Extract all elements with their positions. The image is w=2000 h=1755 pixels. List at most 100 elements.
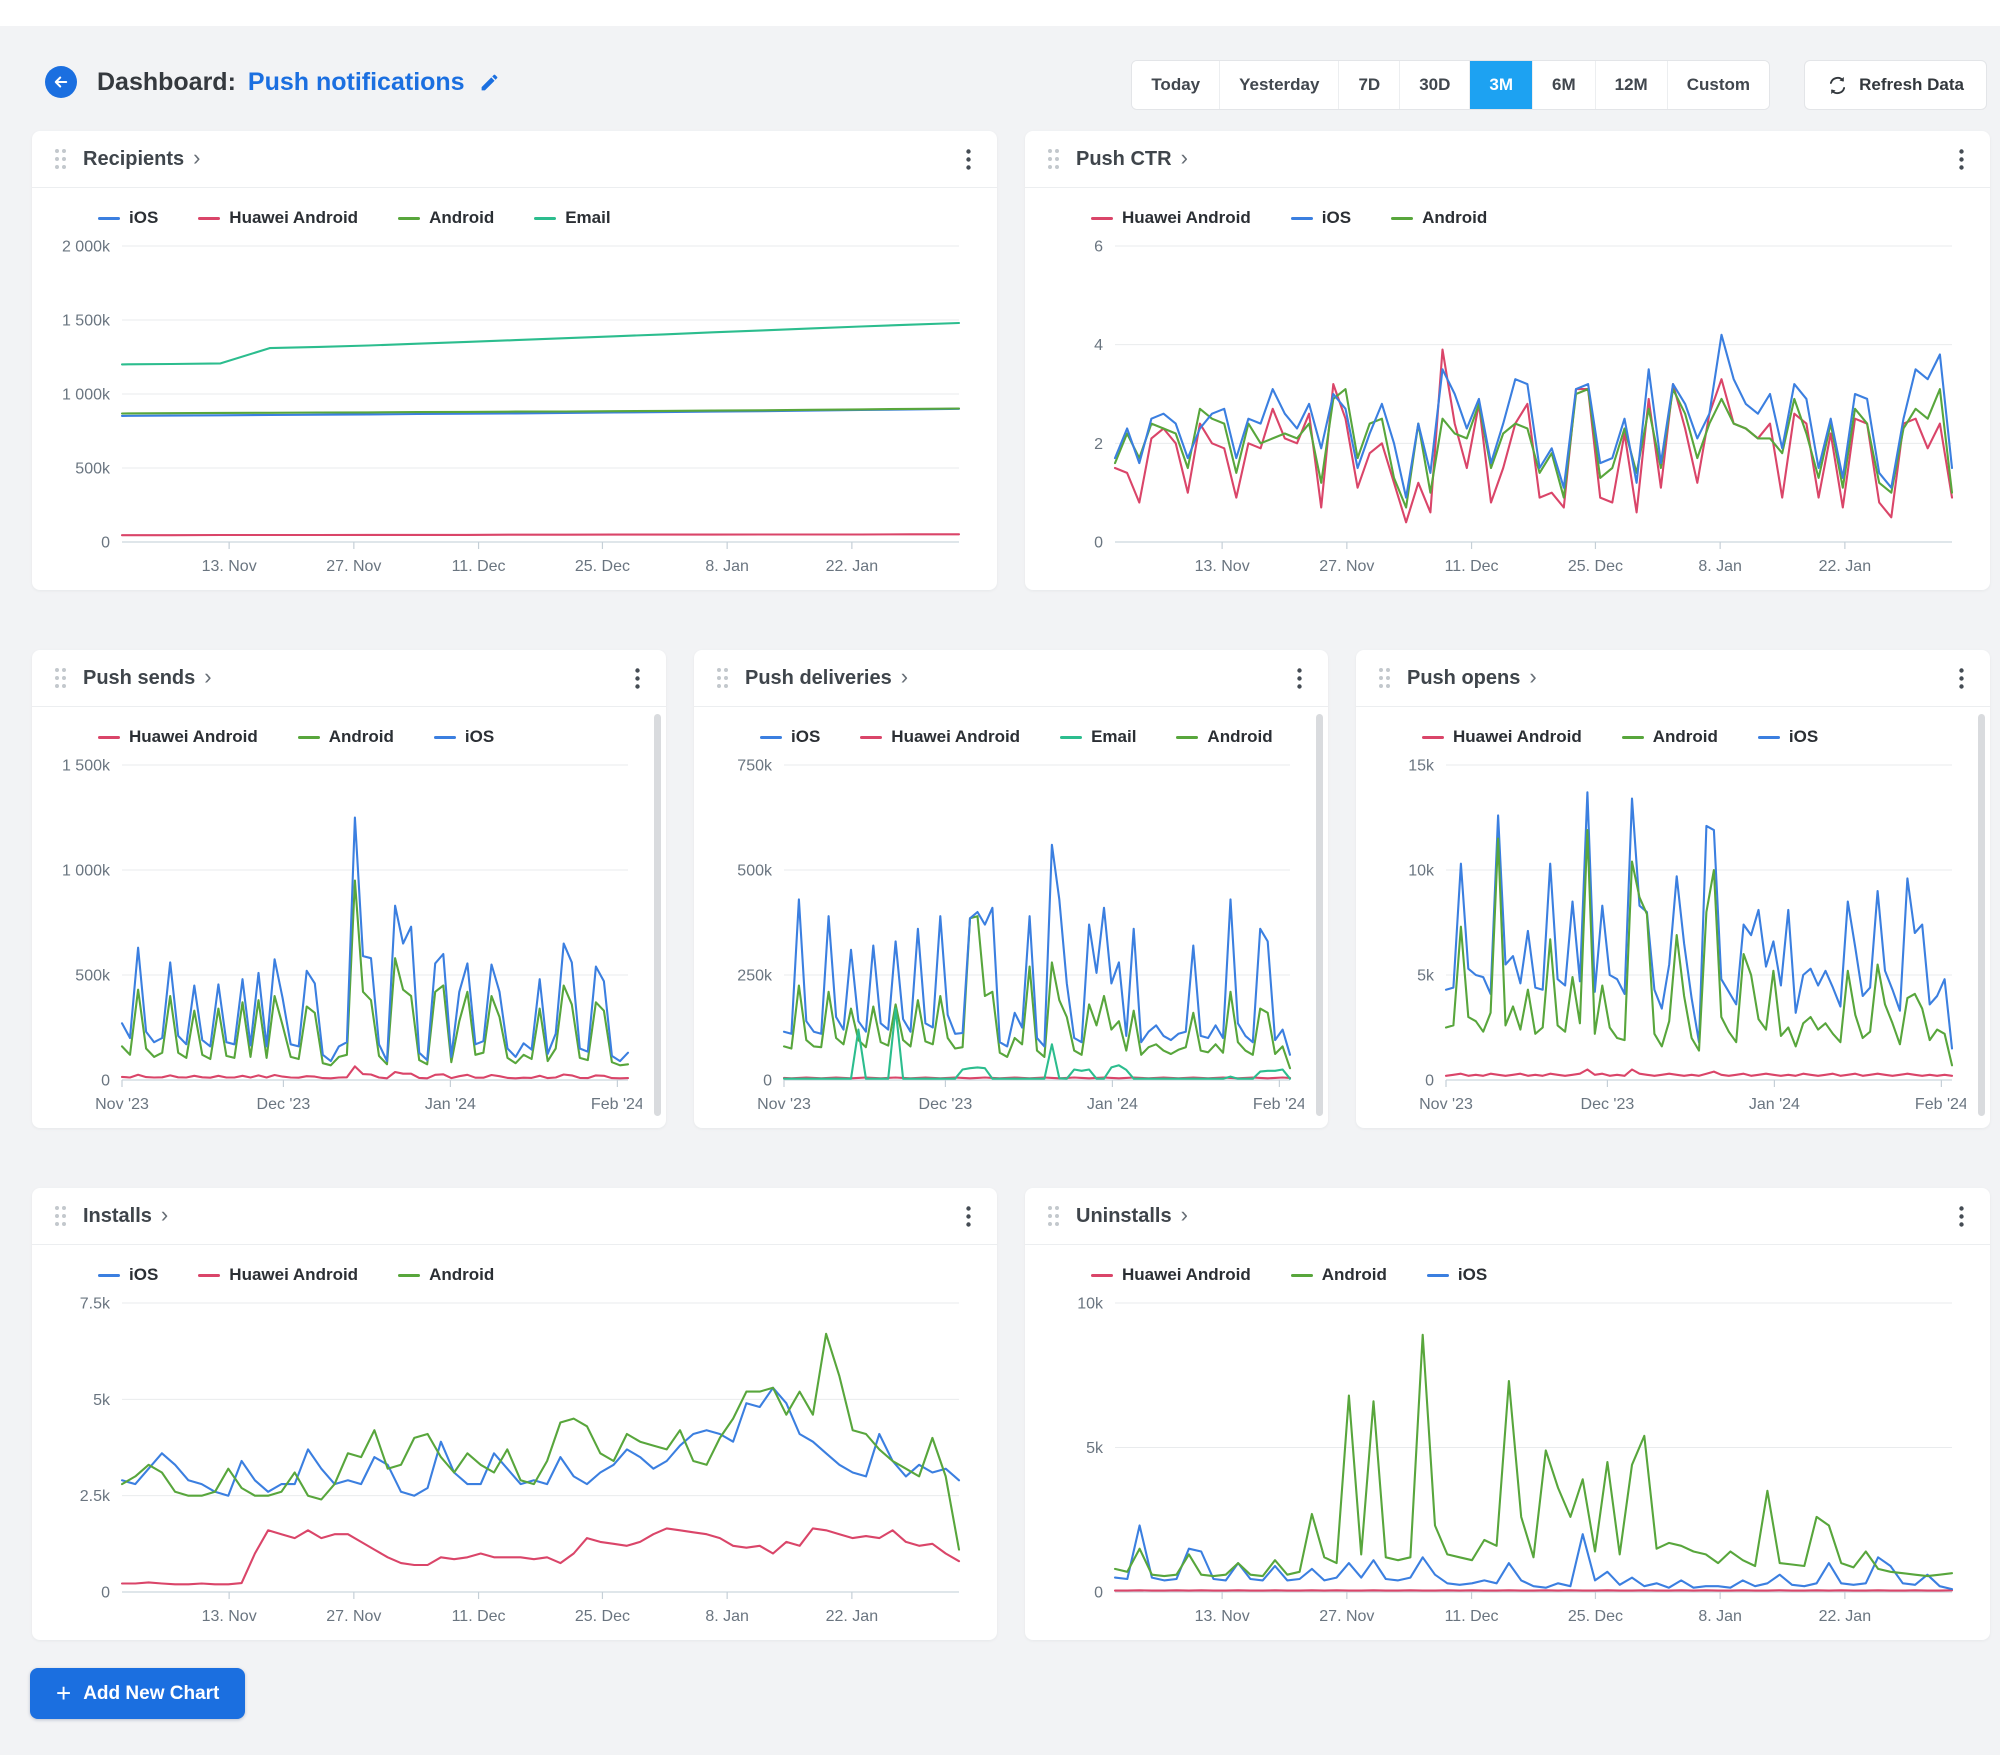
range-button-yesterday[interactable]: Yesterday [1219, 61, 1339, 109]
range-button-30d[interactable]: 30D [1399, 61, 1470, 109]
legend-label: Huawei Android [891, 727, 1021, 746]
legend-item-huawei-android[interactable]: Huawei Android [1091, 208, 1251, 228]
legend-item-huawei-android[interactable]: Huawei Android [860, 727, 1020, 747]
drag-handle-icon[interactable] [54, 148, 67, 170]
legend-item-email[interactable]: Email [1060, 727, 1136, 747]
vertical-scrollbar[interactable] [654, 714, 661, 1116]
chart-title-link[interactable]: Push sends › [83, 666, 212, 690]
svg-text:25. Dec: 25. Dec [1568, 1608, 1623, 1625]
range-button-7d[interactable]: 7D [1338, 61, 1400, 109]
range-button-12m[interactable]: 12M [1594, 61, 1667, 109]
legend-item-ios[interactable]: iOS [98, 1265, 158, 1285]
svg-text:22. Jan: 22. Jan [826, 558, 878, 575]
kebab-menu-icon[interactable] [631, 664, 644, 693]
legend-swatch [1290, 216, 1313, 220]
legend-swatch [1060, 735, 1083, 739]
svg-text:27. Nov: 27. Nov [1319, 1608, 1374, 1625]
svg-text:Feb '24: Feb '24 [1253, 1096, 1304, 1113]
legend-item-huawei-android[interactable]: Huawei Android [1091, 1265, 1251, 1285]
drag-handle-icon[interactable] [716, 667, 729, 689]
line-chart: 750k 500k 250k 0 Nov '23 Dec '23 Jan '24 Feb '2… [737, 758, 1304, 1114]
legend-swatch [1426, 1273, 1449, 1277]
legend-item-android[interactable]: Android [398, 208, 494, 228]
legend-item-android[interactable]: Android [1176, 727, 1273, 747]
vertical-scrollbar[interactable] [1978, 714, 1985, 1116]
top-strip [0, 0, 2000, 26]
drag-handle-icon[interactable] [1047, 1205, 1060, 1227]
svg-text:0: 0 [101, 535, 110, 552]
legend-label: Android [429, 208, 495, 227]
kebab-menu-icon[interactable] [1955, 1202, 1968, 1231]
legend-label: iOS [129, 208, 159, 227]
svg-text:22. Jan: 22. Jan [826, 1608, 878, 1625]
legend-swatch [860, 735, 883, 739]
chart-title-link[interactable]: Push CTR › [1076, 147, 1188, 171]
kebab-menu-icon[interactable] [962, 1202, 975, 1231]
kebab-menu-icon[interactable] [1955, 145, 1968, 174]
legend-item-android[interactable]: Android [1621, 727, 1718, 747]
legend-swatch [98, 216, 120, 220]
legend-swatch [1091, 1273, 1113, 1277]
chart-title-link[interactable]: Push deliveries › [745, 666, 908, 690]
legend-item-ios[interactable]: iOS [760, 727, 820, 747]
line-chart: 7.5k 5k 2.5k 0 13. Nov 27. Nov 11. Dec 25. Dec 8… [80, 1296, 961, 1625]
chart-title-link[interactable]: Recipients › [83, 147, 200, 171]
legend-label: Android [1652, 727, 1718, 746]
svg-text:500k: 500k [737, 863, 773, 880]
back-button[interactable] [45, 66, 77, 98]
svg-text:250k: 250k [737, 968, 773, 985]
chart-title-link[interactable]: Uninstalls › [1076, 1204, 1188, 1228]
kebab-menu-icon[interactable] [962, 145, 975, 174]
chart-title-link[interactable]: Installs › [83, 1204, 168, 1228]
legend-label: Android [429, 1265, 495, 1284]
chart-card-recipients: Recipients › iOS Huawei Android Android Emai… [32, 131, 997, 590]
legend-item-huawei-android[interactable]: Huawei Android [198, 1265, 358, 1285]
svg-text:750k: 750k [737, 758, 773, 775]
legend-item-email[interactable]: Email [534, 208, 611, 228]
legend-label: Android [1422, 208, 1488, 227]
svg-text:5k: 5k [1417, 968, 1435, 985]
legend-item-android[interactable]: Android [398, 1265, 494, 1285]
chart-area: iOS Huawei Android Email Android 750k 500k 250… [694, 707, 1328, 1128]
range-button-custom[interactable]: Custom [1666, 61, 1769, 109]
legend-item-ios[interactable]: iOS [433, 727, 494, 747]
legend-item-huawei-android[interactable]: Huawei Android [98, 727, 258, 747]
legend-item-huawei-android[interactable]: Huawei Android [198, 208, 358, 228]
refresh-data-button[interactable]: Refresh Data [1804, 60, 1987, 110]
range-button-today[interactable]: Today [1132, 61, 1220, 109]
range-button-6m[interactable]: 6M [1532, 61, 1595, 109]
svg-text:6: 6 [1094, 239, 1103, 256]
legend-label: iOS [1321, 208, 1352, 227]
legend-item-ios[interactable]: iOS [1757, 727, 1818, 747]
legend-swatch [98, 735, 120, 739]
svg-text:0: 0 [1425, 1073, 1434, 1090]
kebab-menu-icon[interactable] [1955, 664, 1968, 693]
legend-label: Android [1321, 1265, 1387, 1284]
add-new-chart-button[interactable]: + Add New Chart [30, 1668, 246, 1719]
svg-text:27. Nov: 27. Nov [326, 1608, 381, 1625]
drag-handle-icon[interactable] [54, 1205, 67, 1227]
chart-title-link[interactable]: Push opens › [1407, 666, 1537, 690]
edit-pencil-icon[interactable] [479, 72, 500, 93]
legend-item-ios[interactable]: iOS [98, 208, 158, 228]
svg-text:8. Jan: 8. Jan [705, 558, 749, 575]
legend-item-android[interactable]: Android [297, 727, 394, 747]
svg-text:0: 0 [101, 1073, 110, 1090]
legend-swatch [1391, 216, 1414, 220]
vertical-scrollbar[interactable] [1316, 714, 1323, 1116]
legend-item-android[interactable]: Android [1391, 208, 1487, 228]
legend-swatch [433, 735, 456, 739]
legend-item-huawei-android[interactable]: Huawei Android [1422, 727, 1582, 747]
legend-label: Android [1207, 727, 1273, 746]
range-button-3m[interactable]: 3M [1469, 61, 1533, 109]
drag-handle-icon[interactable] [1378, 667, 1391, 689]
drag-handle-icon[interactable] [1047, 148, 1060, 170]
legend-item-android[interactable]: Android [1290, 1265, 1387, 1285]
legend-swatch [398, 1273, 421, 1277]
legend-item-ios[interactable]: iOS [1290, 208, 1352, 228]
chart-card-push-deliveries: Push deliveries › iOS Huawei Android Email A… [694, 650, 1328, 1128]
dashboard-name-link[interactable]: Push notifications [248, 68, 465, 97]
kebab-menu-icon[interactable] [1293, 664, 1306, 693]
drag-handle-icon[interactable] [54, 667, 67, 689]
legend-item-ios[interactable]: iOS [1426, 1265, 1487, 1285]
